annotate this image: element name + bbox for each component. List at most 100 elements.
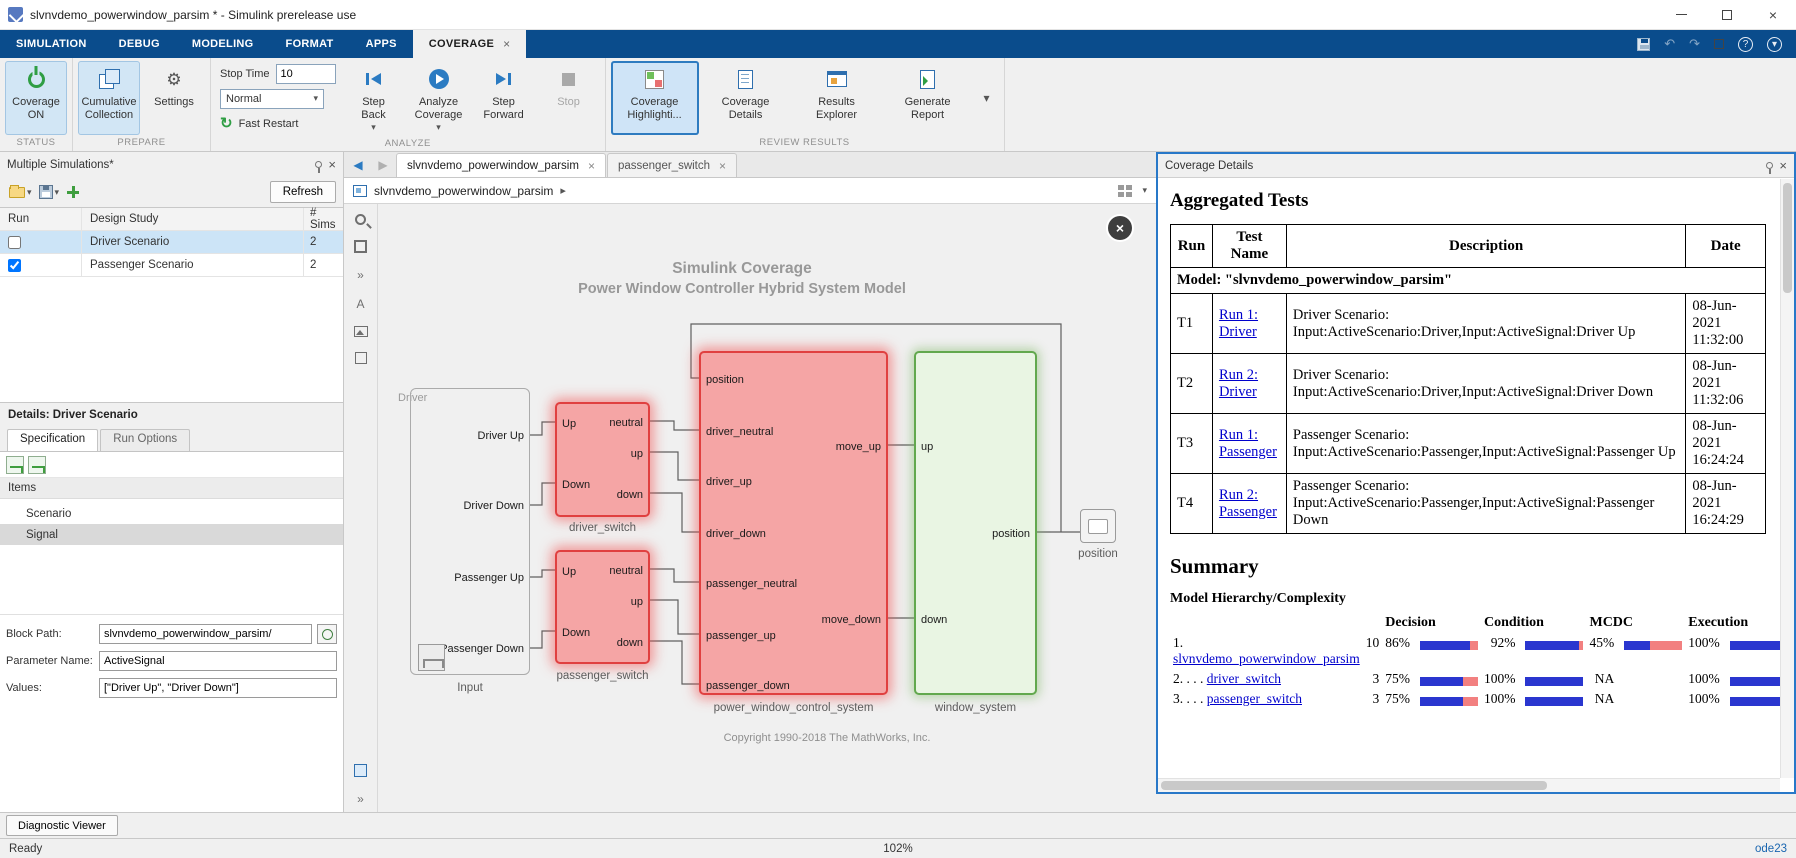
- navigate-back-icon[interactable]: ◀: [346, 153, 370, 177]
- fit-to-view-icon[interactable]: [354, 240, 367, 253]
- coverage-details-button[interactable]: Coverage Details: [702, 61, 790, 135]
- breadcrumb[interactable]: slvnvdemo_powerwindow_parsim: [374, 184, 553, 198]
- port-label: Up: [562, 566, 577, 578]
- open-study-button[interactable]: ▾: [7, 184, 34, 200]
- stop-button[interactable]: Stop: [538, 61, 600, 136]
- coverage-details-icon: [738, 69, 754, 89]
- annotate-icon[interactable]: [1714, 39, 1724, 49]
- run-link[interactable]: Run 1: Passenger: [1219, 427, 1277, 460]
- step-forward-button[interactable]: Step Forward: [473, 61, 535, 136]
- zoom-icon[interactable]: [355, 214, 366, 225]
- add-study-button[interactable]: [64, 183, 82, 201]
- tab-run-options[interactable]: Run Options: [100, 429, 191, 451]
- coverage-bar: [1525, 676, 1584, 686]
- tab-format[interactable]: FORMAT: [270, 30, 350, 58]
- section-overflow-button[interactable]: ▾: [975, 61, 999, 135]
- coverage-on-button[interactable]: Coverage ON: [5, 61, 67, 136]
- port-label: move_up: [835, 441, 881, 453]
- signal-routing-icon[interactable]: »: [357, 268, 364, 282]
- expand-strip-icon[interactable]: »: [357, 792, 364, 806]
- tree-item-scenario[interactable]: Scenario: [0, 503, 343, 524]
- maximize-button[interactable]: [1704, 0, 1750, 29]
- analyze-coverage-button[interactable]: Analyze Coverage ▾: [408, 61, 470, 136]
- table-row[interactable]: Driver Scenario 2: [0, 231, 343, 254]
- pin-icon[interactable]: [1766, 162, 1774, 174]
- hierarchy-link[interactable]: slvnvdemo_powerwindow_parsim: [1173, 651, 1360, 666]
- input-block[interactable]: Driver Up Driver Down Passenger Up Passe…: [410, 388, 530, 675]
- tab-coverage[interactable]: COVERAGE ×: [412, 30, 527, 58]
- pin-icon[interactable]: [315, 161, 323, 173]
- signal-builder-icon[interactable]: [418, 644, 445, 671]
- window-system-block[interactable]: up down position: [914, 351, 1037, 695]
- run-checkbox[interactable]: [8, 235, 21, 249]
- power-window-control-system-block[interactable]: position driver_neutral driver_up driver…: [699, 351, 888, 695]
- panel-close-icon[interactable]: ×: [1779, 159, 1787, 172]
- driver-switch-block[interactable]: Up Down neutral up down: [555, 402, 650, 517]
- tab-close-icon[interactable]: ×: [588, 159, 595, 173]
- settings-button[interactable]: ⚙ Settings: [143, 61, 205, 135]
- passenger-switch-block[interactable]: Up Down neutral up down: [555, 550, 650, 664]
- model-canvas[interactable]: × Simulink Coverage Power Window Control…: [378, 204, 1156, 812]
- close-button[interactable]: ×: [1750, 0, 1796, 29]
- tab-specification[interactable]: Specification: [7, 429, 99, 451]
- table-row[interactable]: Passenger Scenario 2: [0, 254, 343, 277]
- tab-debug[interactable]: DEBUG: [103, 30, 176, 58]
- port-label: neutral: [609, 565, 643, 577]
- run-checkbox[interactable]: [8, 258, 21, 272]
- hierarchy-link[interactable]: driver_switch: [1207, 671, 1281, 686]
- breadcrumb-dropdown-icon[interactable]: ▾: [1142, 185, 1147, 196]
- doc-tab-passenger-switch[interactable]: passenger_switch ×: [606, 153, 738, 177]
- simulation-mode-dropdown[interactable]: Normal ▾: [220, 88, 324, 109]
- undo-icon[interactable]: ↶: [1664, 36, 1675, 52]
- annotation-icon[interactable]: A: [356, 297, 364, 311]
- diagnostic-viewer-button[interactable]: Diagnostic Viewer: [6, 815, 118, 836]
- redo-icon[interactable]: ↷: [1689, 36, 1700, 52]
- tree-item-signal[interactable]: Signal: [0, 524, 343, 545]
- minimize-button[interactable]: [1658, 0, 1704, 29]
- add-scenario-icon[interactable]: [6, 455, 24, 474]
- tab-close-icon[interactable]: ×: [719, 159, 726, 173]
- doc-tab-model[interactable]: slvnvdemo_powerwindow_parsim ×: [396, 153, 606, 177]
- add-signal-icon[interactable]: [28, 455, 46, 474]
- port-label: driver_down: [706, 528, 766, 540]
- viewmarks-icon[interactable]: [1118, 184, 1133, 197]
- run-link[interactable]: Run 2: Driver: [1219, 367, 1258, 400]
- tab-simulation[interactable]: SIMULATION: [0, 30, 103, 58]
- tab-close-icon[interactable]: ×: [503, 37, 510, 51]
- vertical-scrollbar[interactable]: [1780, 179, 1794, 778]
- navigate-forward-icon[interactable]: ▶: [371, 153, 395, 177]
- help-icon[interactable]: ?: [1738, 36, 1753, 52]
- copyright-annotation: Copyright 1990-2018 The MathWorks, Inc.: [723, 732, 931, 744]
- section-analyze: Stop Time Normal ▾ ↻ Fast Restart Step B…: [211, 58, 606, 151]
- ribbon-filler: [1005, 58, 1796, 151]
- select-block-icon[interactable]: [317, 624, 337, 644]
- run-link[interactable]: Run 1: Driver: [1219, 307, 1258, 340]
- refresh-button[interactable]: Refresh: [269, 181, 336, 203]
- title-bar: slvnvdemo_powerwindow_parsim * - Simulin…: [0, 0, 1796, 30]
- save-icon[interactable]: [1637, 37, 1651, 51]
- step-back-button[interactable]: Step Back ▾: [343, 61, 405, 136]
- block-path-input[interactable]: [99, 624, 312, 644]
- horizontal-scrollbar[interactable]: [1158, 778, 1780, 792]
- coverage-highlighting-button[interactable]: Coverage Highlighti...: [610, 61, 699, 136]
- stop-time-input[interactable]: [275, 63, 336, 84]
- image-icon[interactable]: [353, 326, 368, 337]
- panel-close-icon[interactable]: ×: [328, 158, 336, 171]
- results-explorer-button[interactable]: Results Explorer: [793, 61, 881, 135]
- hierarchy-link[interactable]: passenger_switch: [1207, 691, 1302, 706]
- save-study-button[interactable]: ▾: [37, 183, 62, 201]
- fast-restart-toggle[interactable]: ↻ Fast Restart: [220, 112, 336, 135]
- parameter-name-input[interactable]: [99, 651, 337, 671]
- values-input[interactable]: [99, 678, 337, 698]
- position-block[interactable]: [1080, 509, 1116, 543]
- close-highlighting-icon[interactable]: ×: [1108, 216, 1132, 240]
- resources-icon[interactable]: ▾: [1767, 36, 1782, 52]
- tab-apps[interactable]: APPS: [350, 30, 413, 58]
- generate-report-button[interactable]: Generate Report: [884, 61, 972, 135]
- solver-name[interactable]: ode23: [1755, 843, 1787, 855]
- cumulative-collection-button[interactable]: Cumulative Collection: [78, 61, 140, 136]
- model-data-icon[interactable]: [354, 764, 367, 777]
- run-link[interactable]: Run 2: Passenger: [1219, 487, 1277, 520]
- area-icon[interactable]: [354, 352, 367, 364]
- tab-modeling[interactable]: MODELING: [176, 30, 270, 58]
